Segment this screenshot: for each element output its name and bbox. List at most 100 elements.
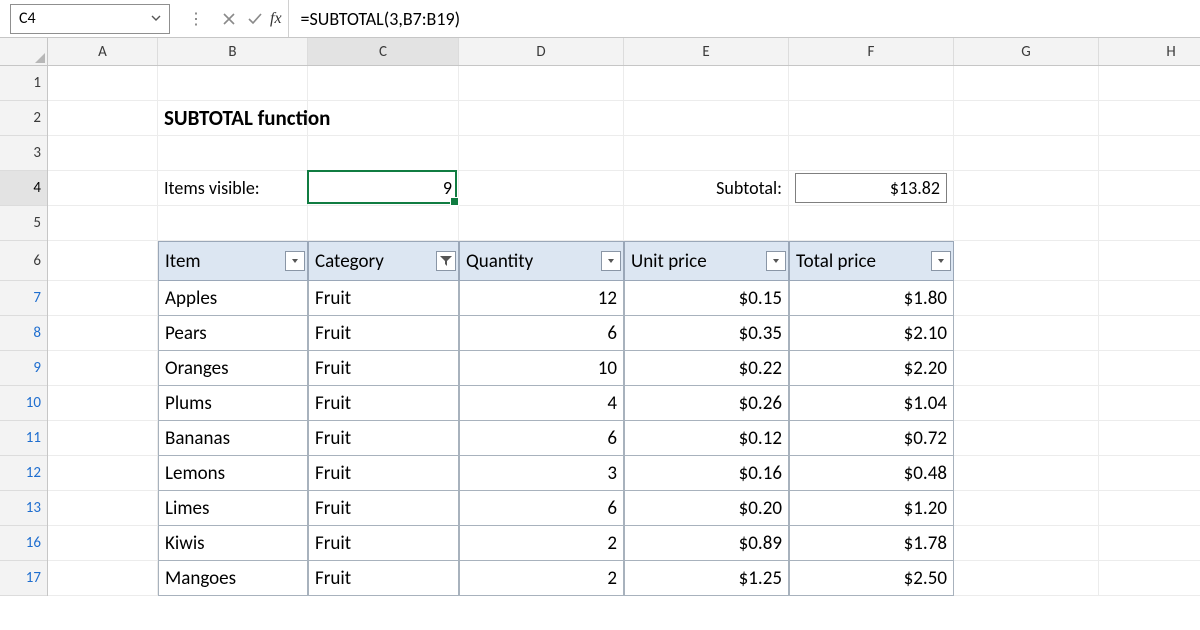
table-cell-category-11[interactable]: Fruit bbox=[308, 421, 459, 456]
table-header-category[interactable]: Category bbox=[308, 241, 459, 281]
table-cell-quantity-11[interactable]: 6 bbox=[459, 421, 624, 456]
table-cell-quantity-9[interactable]: 10 bbox=[459, 351, 624, 386]
table-cell-unit-price-13[interactable]: $0.20 bbox=[624, 491, 789, 526]
table-cell-category-9[interactable]: Fruit bbox=[308, 351, 459, 386]
cell-A16[interactable] bbox=[48, 526, 158, 561]
filter-dropdown-icon[interactable] bbox=[285, 251, 305, 271]
cell-E2[interactable] bbox=[624, 101, 789, 136]
row-header-10[interactable]: 10 bbox=[0, 386, 47, 421]
cell-F3[interactable] bbox=[789, 136, 954, 171]
table-cell-quantity-8[interactable]: 6 bbox=[459, 316, 624, 351]
cell-E4[interactable]: Subtotal: bbox=[624, 171, 789, 206]
row-header-11[interactable]: 11 bbox=[0, 421, 47, 456]
table-cell-category-8[interactable]: Fruit bbox=[308, 316, 459, 351]
table-cell-quantity-17[interactable]: 2 bbox=[459, 561, 624, 596]
cell-H13[interactable] bbox=[1099, 491, 1200, 526]
cell-G16[interactable] bbox=[954, 526, 1099, 561]
row-header-9[interactable]: 9 bbox=[0, 351, 47, 386]
filter-dropdown-icon[interactable] bbox=[931, 251, 951, 271]
table-cell-unit-price-9[interactable]: $0.22 bbox=[624, 351, 789, 386]
column-header-H[interactable]: H bbox=[1099, 38, 1200, 65]
cell-H16[interactable] bbox=[1099, 526, 1200, 561]
cell-G2[interactable] bbox=[954, 101, 1099, 136]
cell-A13[interactable] bbox=[48, 491, 158, 526]
select-all-corner[interactable] bbox=[0, 38, 47, 66]
column-header-C[interactable]: C bbox=[308, 38, 459, 65]
cell-H2[interactable] bbox=[1099, 101, 1200, 136]
table-cell-unit-price-8[interactable]: $0.35 bbox=[624, 316, 789, 351]
cell-B2[interactable]: SUBTOTAL function bbox=[158, 101, 308, 136]
cell-D4[interactable] bbox=[459, 171, 624, 206]
table-cell-total-price-17[interactable]: $2.50 bbox=[789, 561, 954, 596]
table-cell-quantity-13[interactable]: 6 bbox=[459, 491, 624, 526]
table-cell-total-price-13[interactable]: $1.20 bbox=[789, 491, 954, 526]
filter-dropdown-icon[interactable] bbox=[766, 251, 786, 271]
table-cell-item-16[interactable]: Kiwis bbox=[158, 526, 308, 561]
cell-A7[interactable] bbox=[48, 281, 158, 316]
cell-D5[interactable] bbox=[459, 206, 624, 241]
cell-H6[interactable] bbox=[1099, 241, 1200, 281]
row-header-5[interactable]: 5 bbox=[0, 206, 47, 241]
row-header-4[interactable]: 4 bbox=[0, 171, 47, 206]
cell-A4[interactable] bbox=[48, 171, 158, 206]
table-cell-item-13[interactable]: Limes bbox=[158, 491, 308, 526]
cell-A6[interactable] bbox=[48, 241, 158, 281]
cancel-formula-button[interactable] bbox=[216, 6, 242, 32]
cell-F5[interactable] bbox=[789, 206, 954, 241]
table-cell-item-12[interactable]: Lemons bbox=[158, 456, 308, 491]
table-cell-item-7[interactable]: Apples bbox=[158, 281, 308, 316]
cell-H11[interactable] bbox=[1099, 421, 1200, 456]
cell-G4[interactable] bbox=[954, 171, 1099, 206]
cells[interactable]: SUBTOTAL functionItems visible:9Subtotal… bbox=[48, 66, 1200, 596]
cell-G12[interactable] bbox=[954, 456, 1099, 491]
cell-H7[interactable] bbox=[1099, 281, 1200, 316]
table-cell-category-12[interactable]: Fruit bbox=[308, 456, 459, 491]
table-cell-quantity-10[interactable]: 4 bbox=[459, 386, 624, 421]
cell-F1[interactable] bbox=[789, 66, 954, 101]
table-header-unit-price[interactable]: Unit price bbox=[624, 241, 789, 281]
table-cell-unit-price-16[interactable]: $0.89 bbox=[624, 526, 789, 561]
row-header-13[interactable]: 13 bbox=[0, 491, 47, 526]
cell-H10[interactable] bbox=[1099, 386, 1200, 421]
column-header-A[interactable]: A bbox=[48, 38, 158, 65]
table-header-item[interactable]: Item bbox=[158, 241, 308, 281]
table-cell-unit-price-7[interactable]: $0.15 bbox=[624, 281, 789, 316]
cell-G13[interactable] bbox=[954, 491, 1099, 526]
table-cell-total-price-12[interactable]: $0.48 bbox=[789, 456, 954, 491]
cell-A9[interactable] bbox=[48, 351, 158, 386]
row-header-17[interactable]: 17 bbox=[0, 561, 47, 596]
table-cell-item-8[interactable]: Pears bbox=[158, 316, 308, 351]
cell-F2[interactable] bbox=[789, 101, 954, 136]
row-header-8[interactable]: 8 bbox=[0, 316, 47, 351]
table-cell-quantity-12[interactable]: 3 bbox=[459, 456, 624, 491]
cell-C4[interactable]: 9 bbox=[308, 171, 459, 206]
filter-dropdown-icon[interactable] bbox=[601, 251, 621, 271]
cell-G7[interactable] bbox=[954, 281, 1099, 316]
table-cell-quantity-7[interactable]: 12 bbox=[459, 281, 624, 316]
table-cell-category-7[interactable]: Fruit bbox=[308, 281, 459, 316]
cell-C5[interactable] bbox=[308, 206, 459, 241]
table-cell-total-price-10[interactable]: $1.04 bbox=[789, 386, 954, 421]
cell-G6[interactable] bbox=[954, 241, 1099, 281]
cell-G8[interactable] bbox=[954, 316, 1099, 351]
table-cell-item-11[interactable]: Bananas bbox=[158, 421, 308, 456]
name-box[interactable]: C4 bbox=[10, 4, 170, 34]
cell-C3[interactable] bbox=[308, 136, 459, 171]
cell-A10[interactable] bbox=[48, 386, 158, 421]
cell-G1[interactable] bbox=[954, 66, 1099, 101]
cell-H8[interactable] bbox=[1099, 316, 1200, 351]
cell-E3[interactable] bbox=[624, 136, 789, 171]
table-cell-category-13[interactable]: Fruit bbox=[308, 491, 459, 526]
table-cell-total-price-7[interactable]: $1.80 bbox=[789, 281, 954, 316]
table-cell-unit-price-11[interactable]: $0.12 bbox=[624, 421, 789, 456]
cell-G11[interactable] bbox=[954, 421, 1099, 456]
row-header-7[interactable]: 7 bbox=[0, 281, 47, 316]
cell-A8[interactable] bbox=[48, 316, 158, 351]
cell-H9[interactable] bbox=[1099, 351, 1200, 386]
cell-A1[interactable] bbox=[48, 66, 158, 101]
table-cell-category-17[interactable]: Fruit bbox=[308, 561, 459, 596]
row-header-16[interactable]: 16 bbox=[0, 526, 47, 561]
column-header-D[interactable]: D bbox=[459, 38, 624, 65]
cell-D2[interactable] bbox=[459, 101, 624, 136]
fx-label[interactable]: fx bbox=[268, 10, 288, 28]
